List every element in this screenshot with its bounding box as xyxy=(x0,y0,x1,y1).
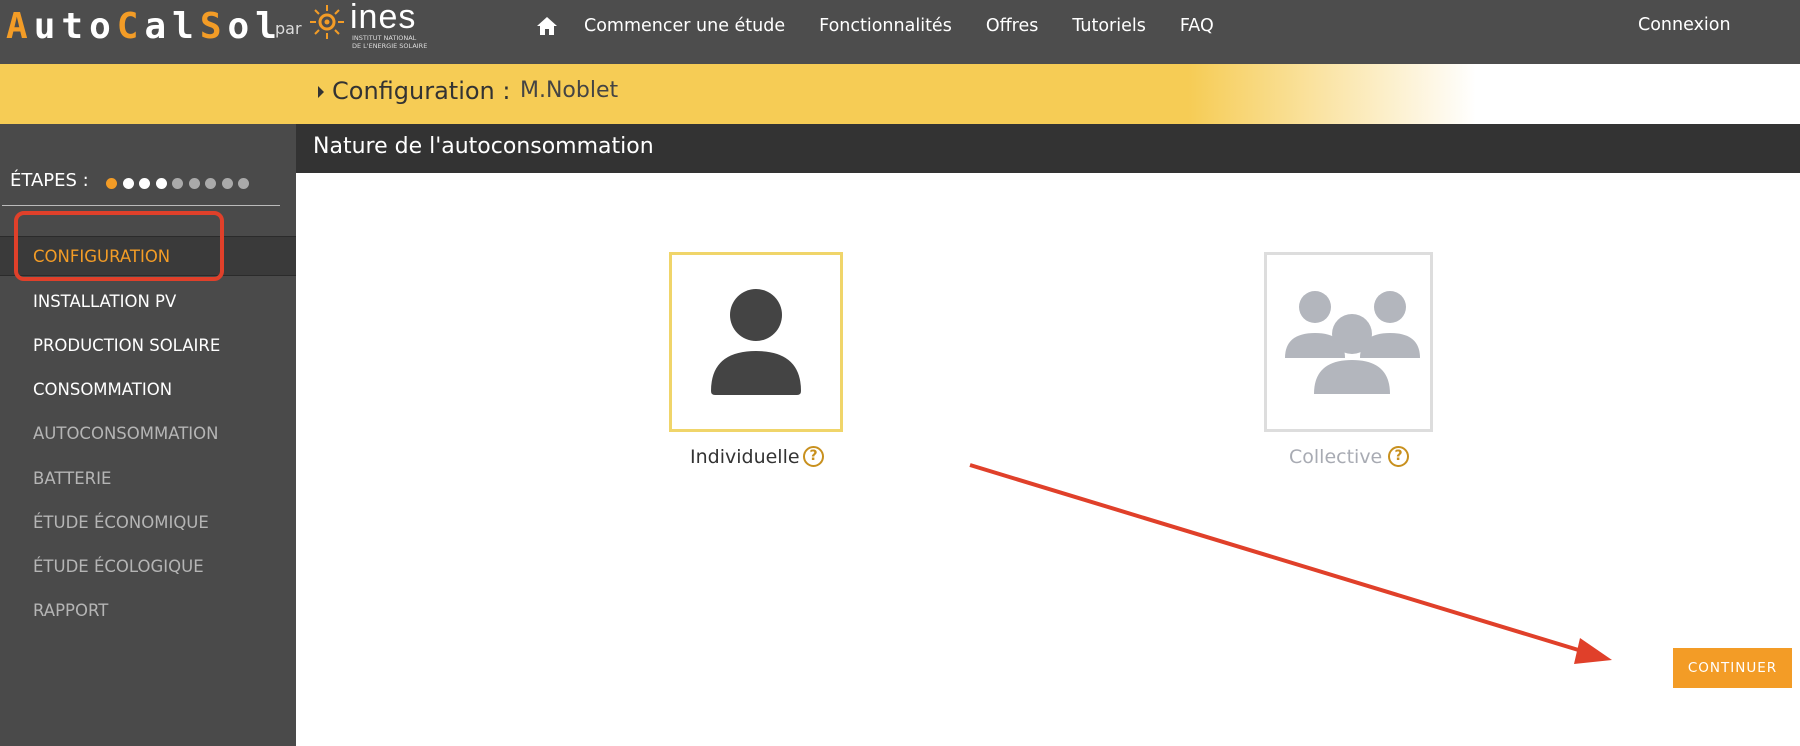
brand-letter: A xyxy=(6,6,34,47)
step-dot xyxy=(172,178,183,189)
ines-logo[interactable]: ines xyxy=(350,0,416,37)
option-collective-label[interactable]: Collective xyxy=(1289,446,1382,468)
single-person-icon xyxy=(711,289,801,395)
option-individuelle-label[interactable]: Individuelle xyxy=(690,446,800,468)
autocalsol-logo[interactable]: AutoCalSol xyxy=(6,5,283,49)
nav-fonctionnalites[interactable]: Fonctionnalités xyxy=(819,16,952,36)
sidebar-item-etude-ecologique: ÉTUDE ÉCOLOGIQUE xyxy=(33,557,204,576)
sidebar-item-etude-economique: ÉTUDE ÉCONOMIQUE xyxy=(33,513,209,532)
sidebar-item-consommation[interactable]: CONSOMMATION xyxy=(0,370,296,410)
help-collective-icon[interactable]: ? xyxy=(1388,446,1409,467)
brand-letter: o xyxy=(227,6,256,47)
step-dot xyxy=(155,178,167,189)
group-people-icon xyxy=(1285,291,1420,394)
option-individuelle-card[interactable] xyxy=(669,252,843,432)
ines-subtitle: INSTITUT NATIONAL DE L'ENERGIE SOLAIRE xyxy=(352,34,428,50)
continue-button[interactable]: CONTINUER xyxy=(1673,648,1792,688)
nav-tutoriels[interactable]: Tutoriels xyxy=(1072,16,1146,36)
par-label: par xyxy=(275,19,302,38)
brand-letter: o xyxy=(89,6,117,47)
main-nav: Commencer une étude Fonctionnalités Offr… xyxy=(536,0,1248,52)
brand-letter: C xyxy=(116,6,145,47)
etapes-label: ÉTAPES : xyxy=(10,170,89,191)
step-dot xyxy=(205,178,216,189)
step-dot xyxy=(221,178,233,189)
caret-right-icon xyxy=(318,86,324,98)
step-dot xyxy=(238,178,249,189)
section-header: Nature de l'autoconsommation xyxy=(296,124,1800,173)
step-dot xyxy=(122,178,134,189)
login-link[interactable]: Connexion xyxy=(1638,15,1731,35)
sidebar-item-batterie: BATTERIE xyxy=(33,469,112,488)
nav-offres[interactable]: Offres xyxy=(986,16,1039,36)
brand-letter: l xyxy=(172,6,200,47)
brand-letter: a xyxy=(144,6,173,47)
section-title: Nature de l'autoconsommation xyxy=(313,134,654,159)
option-collective-card[interactable] xyxy=(1264,252,1433,432)
sidebar-item-production-solaire[interactable]: PRODUCTION SOLAIRE xyxy=(0,326,296,366)
study-name: M.Noblet xyxy=(520,78,619,103)
step-progress-dots xyxy=(106,178,255,189)
sidebar-item-installation-pv[interactable]: INSTALLATION PV xyxy=(0,282,296,322)
top-navbar: AutoCalSol par ines INSTITUT NATIONAL DE… xyxy=(0,0,1800,64)
brand-letter: S xyxy=(199,6,228,47)
configuration-label: Configuration : xyxy=(332,77,511,105)
nav-commencer[interactable]: Commencer une étude xyxy=(584,16,785,36)
brand-letter: t xyxy=(61,6,90,47)
sidebar-item-rapport: RAPPORT xyxy=(33,601,109,620)
annotation-highlight-box xyxy=(14,211,224,281)
help-individuelle-icon[interactable]: ? xyxy=(803,446,824,467)
step-dot xyxy=(139,178,150,189)
step-dot xyxy=(188,178,200,189)
configuration-band: Configuration : M.Noblet xyxy=(0,64,1800,124)
nav-faq[interactable]: FAQ xyxy=(1180,16,1214,36)
step-dot xyxy=(106,178,117,189)
brand-letter: u xyxy=(33,6,62,47)
sidebar-item-autoconsommation: AUTOCONSOMMATION xyxy=(33,424,219,443)
home-icon[interactable] xyxy=(536,16,558,36)
sun-logo-icon xyxy=(310,5,344,39)
sidebar-divider xyxy=(2,205,280,206)
